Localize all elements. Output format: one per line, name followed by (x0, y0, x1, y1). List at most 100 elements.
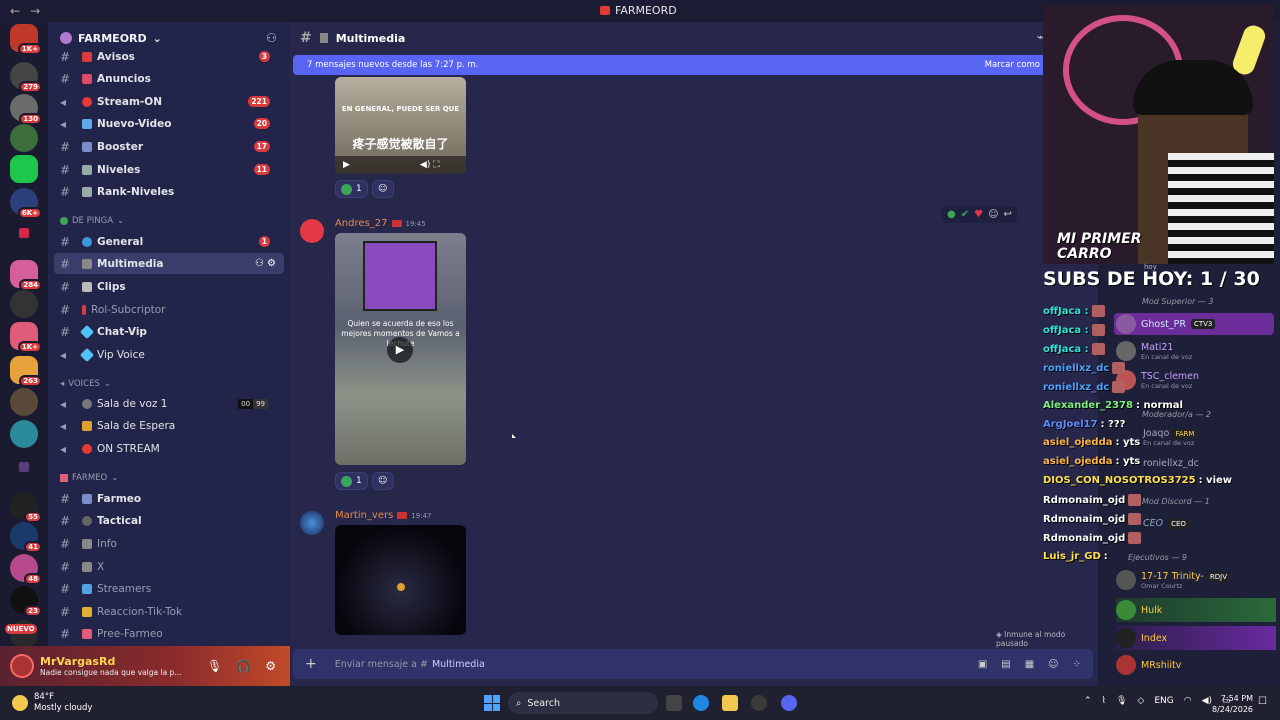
server-icon[interactable]: 55 (10, 492, 42, 523)
emoji-icon[interactable]: ☺ (1048, 659, 1058, 670)
gear-icon[interactable]: ⚙ (265, 659, 276, 673)
add-member-icon[interactable]: ⚇ (266, 31, 280, 45)
microphone-icon[interactable]: 🎙 (207, 659, 222, 673)
reaction-check[interactable]: 1 (335, 472, 368, 490)
channel-item[interactable]: # X (54, 556, 284, 577)
category-farmeo[interactable]: FARMEO⌄+ (60, 473, 118, 483)
member-item[interactable]: 17-17 Trinity- RDJV Omar Courtz (1116, 570, 1230, 590)
play-icon[interactable]: ▶ (387, 337, 413, 363)
channel-item[interactable]: # Pree-Farmeo (54, 623, 284, 644)
channel-item[interactable]: # Clips (54, 276, 284, 297)
channel-item[interactable]: # General 1 (54, 231, 284, 252)
file-explorer-icon[interactable] (722, 695, 738, 711)
obs-icon[interactable] (751, 695, 767, 711)
language-indicator[interactable]: ENG (1154, 696, 1173, 706)
server-icon[interactable] (10, 388, 38, 416)
channel-item[interactable]: # Reaccion-Tik-Tok (54, 601, 284, 622)
video-embed[interactable]: EN GENERAL, PUEDE SER QUE 疼子感觉被散自了 ▶ ◀) ⛶ (335, 77, 466, 174)
message-author[interactable]: Martin_vers (335, 510, 393, 521)
reaction-check[interactable]: 1 (335, 180, 368, 198)
channel-item[interactable]: # Streamers (54, 578, 284, 599)
server-icon[interactable]: 130 (10, 94, 42, 125)
settings-icon[interactable]: ⚇ ⚙ (255, 258, 276, 269)
member-item[interactable]: CEO CEO (1143, 518, 1189, 529)
smile-icon[interactable]: ☺ (988, 209, 998, 220)
network-icon[interactable]: ⌇ (1102, 696, 1106, 706)
server-icon[interactable]: 6K+ (10, 188, 42, 219)
plus-icon[interactable]: + (305, 656, 317, 672)
gif-icon[interactable]: ▤ (1001, 659, 1010, 670)
checkmark-icon[interactable]: ✔ (961, 209, 969, 220)
channel-item[interactable]: # Avisos 3 (54, 46, 284, 67)
task-view-icon[interactable] (666, 695, 682, 711)
volume-icon[interactable]: ◀) (1202, 696, 1212, 706)
video-embed[interactable]: Quien se acuerda de eso los mejores mome… (335, 233, 466, 465)
gift-icon[interactable]: ▣ (978, 659, 987, 670)
folder-icon[interactable] (19, 462, 29, 472)
play-icon[interactable]: ▶ (343, 160, 350, 170)
taskbar-search[interactable]: ⌕ Search (508, 692, 658, 714)
member-item[interactable]: Hulk (1116, 598, 1276, 622)
server-icon[interactable] (10, 155, 38, 183)
message-author[interactable]: Andres_27 (335, 218, 388, 229)
discord-icon[interactable] (781, 695, 797, 711)
heart-icon[interactable]: ♥ (974, 209, 983, 220)
category-voices[interactable]: ◂VOICES⌄+ (60, 379, 111, 389)
server-icon[interactable]: 48 (10, 554, 42, 585)
server-icon[interactable]: 1K+ (10, 322, 42, 353)
windows-start-icon[interactable] (484, 695, 500, 711)
voice-channel-item[interactable]: ◂ Sala de Espera (54, 415, 284, 436)
sticker-icon[interactable]: ▦ (1025, 659, 1034, 670)
channel-item[interactable]: # Anuncios (54, 68, 284, 89)
server-icon[interactable]: 279 (10, 62, 42, 93)
video-embed[interactable] (335, 525, 466, 635)
add-reaction-button[interactable]: ☺ (371, 180, 394, 198)
channel-item[interactable]: # Chat-Vip (54, 321, 284, 342)
server-icon[interactable] (10, 420, 38, 448)
avatar[interactable] (300, 219, 324, 243)
weather-widget[interactable]: 84°F Mostly cloudy (12, 692, 92, 714)
clock[interactable]: 7:54 PM 8/24/2026 (1212, 693, 1253, 715)
member-item[interactable]: MRshiitv (1116, 655, 1181, 675)
member-item[interactable]: Joaqo FARM En canal de voz (1143, 428, 1198, 447)
mark-read-button[interactable]: Marcar como l (985, 60, 1045, 70)
voice-channel-item[interactable]: ◂ ON STREAM (54, 438, 284, 459)
new-messages-bar[interactable]: 7 mensajes nuevos desde las 7:27 p. m. M… (293, 55, 1053, 75)
server-icon[interactable] (10, 124, 38, 152)
message-composer[interactable]: + Enviar mensaje a # Multimedia ▣ ▤ ▦ ☺ ⁘ (293, 649, 1093, 679)
member-item[interactable]: Ghost_PR CTV3 (1114, 313, 1274, 335)
new-server-icon[interactable]: NUEVO (5, 620, 38, 648)
voice-channel-item[interactable]: ◂ Sala de voz 1 00 99 (54, 393, 284, 414)
headphones-icon[interactable]: 🎧 (236, 659, 251, 673)
edge-icon[interactable] (693, 695, 709, 711)
chevron-up-icon[interactable]: ⌃ (1084, 696, 1092, 706)
member-item[interactable]: roniellxz_dc (1143, 458, 1199, 469)
channel-item[interactable]: # Booster 17 (54, 136, 284, 157)
server-icon[interactable]: 263 (10, 356, 42, 387)
server-icon[interactable]: 41 (10, 522, 42, 553)
member-item[interactable]: TSC_clemen En canal de voz (1116, 370, 1199, 390)
avatar[interactable] (300, 511, 324, 535)
volume-icon[interactable]: ◀) ⛶ (420, 160, 440, 170)
channel-item[interactable]: # Farmeo (54, 488, 284, 509)
category-de-pinga[interactable]: DE PINGA⌄+ (60, 216, 124, 226)
server-icon[interactable] (10, 290, 38, 318)
forward-button[interactable]: → (30, 4, 40, 18)
wifi-icon[interactable]: ◠ (1184, 696, 1192, 706)
apps-icon[interactable]: ⁘ (1073, 659, 1081, 670)
channel-item[interactable]: ◂ Nuevo-Video 20 (54, 113, 284, 134)
add-reaction-button[interactable]: ☺ (371, 472, 394, 490)
check-icon[interactable]: ● (947, 209, 956, 220)
back-button[interactable]: ← (10, 4, 20, 18)
server-icon[interactable]: 23 (10, 586, 42, 617)
notifications-icon[interactable]: ☐ (1258, 696, 1267, 707)
reply-icon[interactable]: ↩ (1004, 209, 1012, 220)
channel-item[interactable]: # Tactical (54, 510, 284, 531)
mic-icon[interactable]: 🎙 (1116, 696, 1127, 706)
channel-item-active[interactable]: # Multimedia ⚇ ⚙ (54, 253, 284, 274)
server-icon[interactable]: 284 (10, 260, 42, 291)
dropbox-icon[interactable]: ◇ (1137, 696, 1144, 706)
composer-placeholder[interactable]: Enviar mensaje a # Multimedia (335, 659, 485, 670)
channel-item[interactable]: ◂ Vip Voice (54, 344, 284, 365)
channel-item[interactable]: # Rank-Niveles (54, 181, 284, 202)
